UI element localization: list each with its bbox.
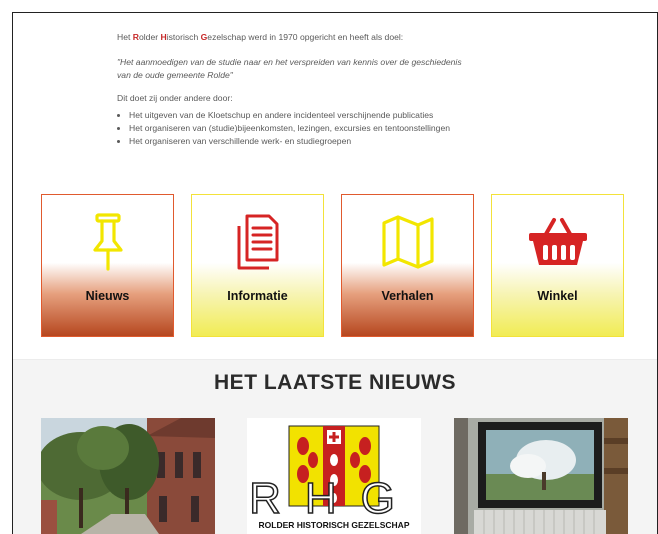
news-thumbnail-church[interactable] [41, 418, 215, 534]
page-frame: Het Rolder Historisch Gezelschap werd in… [12, 12, 658, 534]
news-heading: HET LAATSTE NIEUWS [214, 371, 456, 394]
rhg-logo: RHG ROLDER HISTORISCH GEZELSCHAP [248, 425, 419, 530]
news-thumbnail-logo[interactable]: RHG ROLDER HISTORISCH GEZELSCHAP [247, 418, 421, 534]
framed-painting-photo [454, 418, 628, 534]
card-label: Verhalen [381, 289, 434, 303]
news-thumbnail-painting[interactable] [454, 418, 628, 534]
intro-subhead: Dit doet zij onder andere door: [117, 93, 233, 103]
church-photo [41, 418, 215, 534]
documents-icon [233, 213, 283, 271]
basket-icon [527, 213, 589, 271]
card-label: Nieuws [85, 289, 130, 303]
logo-letters: RHG [249, 474, 419, 523]
list-item: Het organiseren van verschillende werk- … [129, 135, 557, 148]
pushpin-icon [88, 213, 128, 271]
intro-quote: "Het aanmoedigen van de studie naar en h… [117, 57, 462, 80]
card-informatie[interactable]: Informatie [191, 194, 324, 337]
card-verhalen[interactable]: Verhalen [341, 194, 474, 337]
intro-bullet-list: Het uitgeven van de Kloetschup en andere… [117, 109, 557, 148]
card-nieuws[interactable]: Nieuws [41, 194, 174, 337]
intro-section: Het Rolder Historisch Gezelschap werd in… [117, 31, 557, 148]
category-cards: Nieuws Informatie Verhalen Winkel [41, 194, 631, 339]
card-label: Winkel [537, 289, 578, 303]
list-item: Het organiseren van (studie)bijeenkomste… [129, 122, 557, 135]
map-icon [380, 213, 436, 271]
list-item: Het uitgeven van de Kloetschup en andere… [129, 109, 557, 122]
intro-lead: Het Rolder Historisch Gezelschap werd in… [117, 32, 404, 42]
card-label: Informatie [227, 289, 288, 303]
logo-caption: ROLDER HISTORISCH GEZELSCHAP [259, 520, 410, 530]
card-winkel[interactable]: Winkel [491, 194, 624, 337]
